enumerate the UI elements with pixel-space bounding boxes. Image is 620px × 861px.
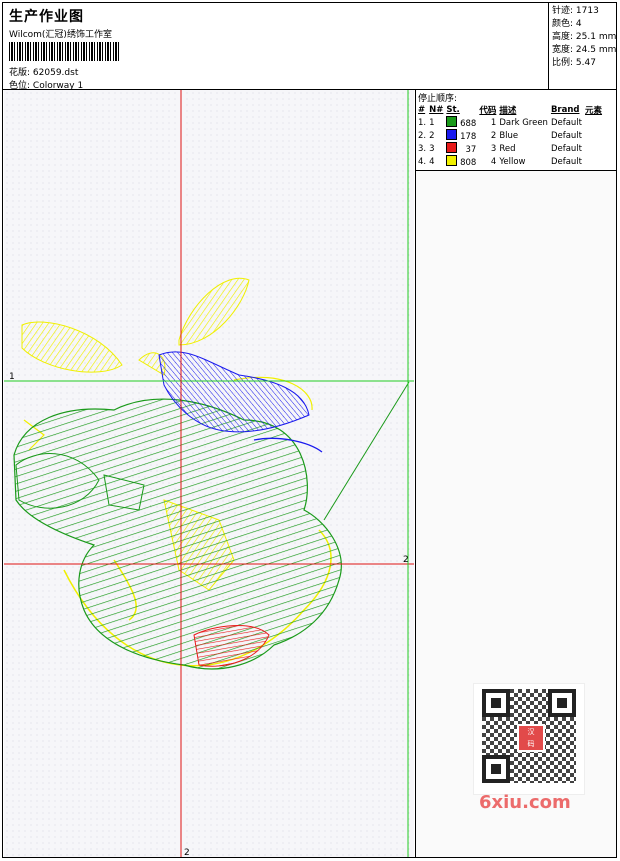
table-row: 3. 3 37 3 Red Default	[418, 142, 583, 155]
color-swatch	[446, 116, 458, 127]
barcode	[9, 42, 121, 61]
table-header-row: # N# St. 代码 描述 Brand 元素	[418, 103, 605, 116]
stats-box: 针迹: 1713 颜色: 4 高度: 25.1 mm 宽度: 24.5 mm 比…	[548, 3, 616, 89]
stat-stitches: 针迹: 1713	[552, 6, 599, 16]
col-header: 描述	[499, 105, 517, 116]
col-header: N#	[429, 104, 444, 115]
sheet-title: 生产作业图	[9, 9, 84, 25]
stat-colors: 颜色: 4	[552, 19, 582, 29]
stat-scale: 比例: 5.47	[552, 58, 596, 68]
color-swatch	[446, 155, 458, 166]
sheet-header: 生产作业图 Wilcom(汇冠)绣饰工作室 花版: 62059.dst 色位: …	[7, 5, 407, 91]
col-header: St.	[446, 104, 460, 115]
site-watermark: 6xiu.com	[479, 792, 571, 813]
table-row: 4. 4 808 4 Yellow Default	[418, 155, 583, 168]
guide-marker-1: 1	[9, 372, 15, 382]
col-header: 元素	[585, 105, 603, 116]
qr-code: 汉 码	[473, 683, 585, 795]
stat-width: 宽度: 24.5 mm	[552, 45, 617, 55]
studio-name: Wilcom(汇冠)绣饰工作室	[9, 30, 112, 40]
design-file-value: 62059.dst	[32, 68, 79, 78]
design-canvas: 1 2 2	[4, 90, 414, 858]
design-file-label: 花版:	[9, 68, 31, 78]
design-file-line: 花版: 62059.dst	[9, 65, 78, 78]
qr-logo-icon: 汉 码	[517, 724, 545, 752]
production-sheet: 生产作业图 Wilcom(汇冠)绣饰工作室 花版: 62059.dst 色位: …	[2, 2, 617, 858]
qr-eye	[548, 689, 576, 717]
guide-marker-2-right: 2	[403, 555, 409, 565]
qr-eye	[482, 755, 510, 783]
embroidery-preview	[4, 90, 414, 857]
color-swatch	[446, 142, 458, 153]
qr-eye	[482, 689, 510, 717]
col-header: Brand	[550, 104, 580, 115]
table-row: 1. 1 688 1 Dark Green Default	[418, 116, 583, 129]
table-row: 2. 2 178 2 Blue Default	[418, 129, 583, 142]
col-header: #	[418, 104, 426, 115]
guide-marker-2-bottom: 2	[184, 848, 190, 858]
stop-sequence-table: # N# St. 代码 描述 Brand 元素 1. 1 688 1 Dark …	[418, 103, 605, 169]
stat-height: 高度: 25.1 mm	[552, 32, 617, 42]
col-header: 代码	[479, 105, 497, 116]
red-stitches	[193, 625, 270, 667]
color-swatch	[446, 129, 458, 140]
